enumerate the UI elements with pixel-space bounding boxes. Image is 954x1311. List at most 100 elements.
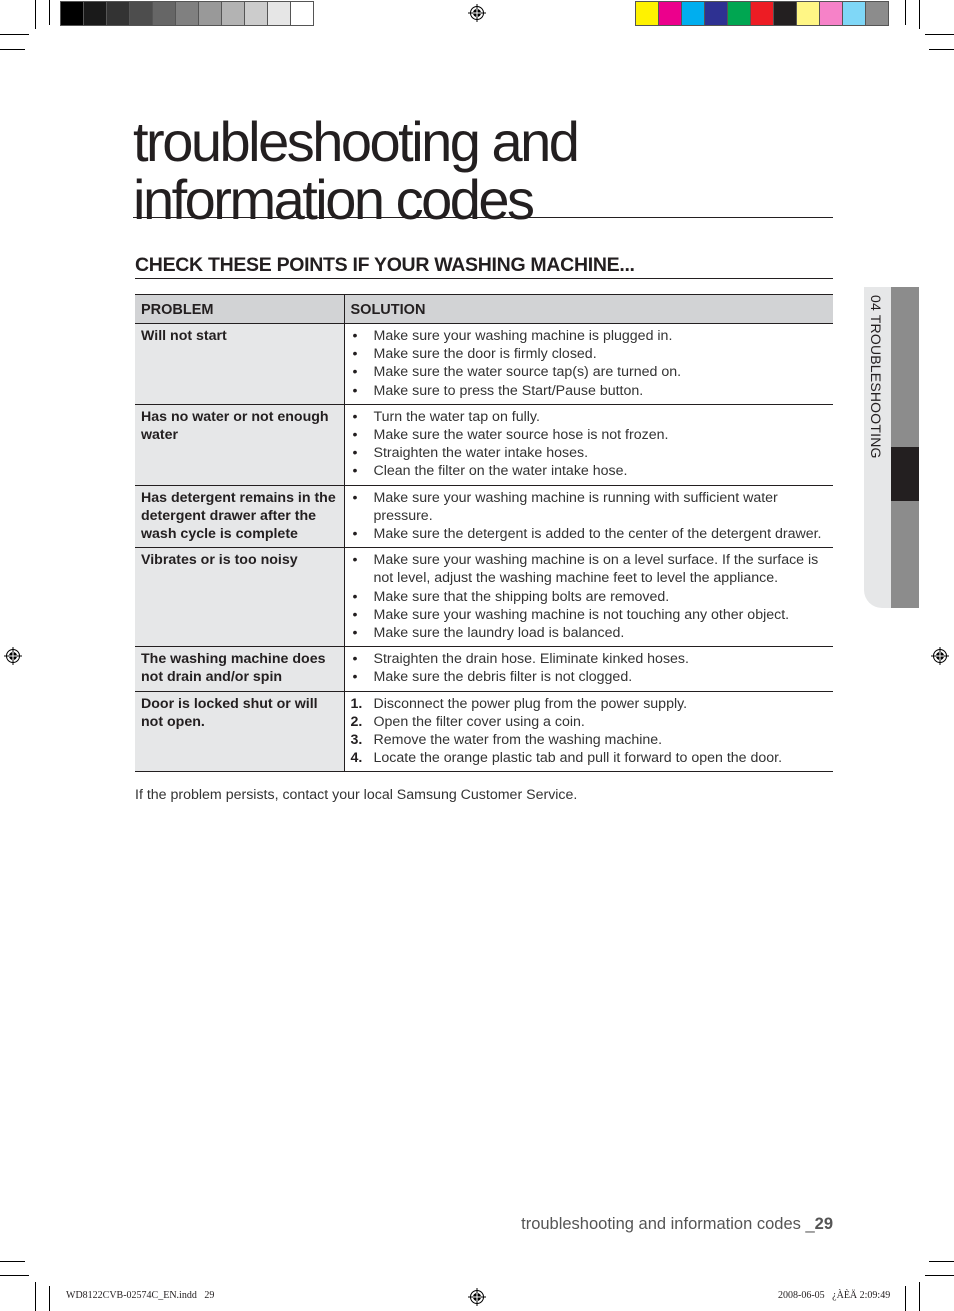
crop-mark <box>0 49 25 50</box>
gray-swatch <box>222 2 244 25</box>
solution-item: Make sure the water source hose is not f… <box>351 426 828 444</box>
chapter-tab-label: 04 TROUBLESHOOTING <box>868 295 884 459</box>
solution-text: Make sure your washing machine is runnin… <box>373 489 778 524</box>
solution-item: Make sure the door is firmly closed. <box>351 345 828 363</box>
table-row: Vibrates or is too noisy Make sure your w… <box>135 547 833 647</box>
solution-item: Make sure the water source tap(s) are tu… <box>351 363 828 381</box>
bullet-solution-list: Make sure your washing machine is runnin… <box>351 489 828 544</box>
solution-item: Make sure your washing machine is not to… <box>351 606 828 624</box>
crop-mark <box>905 0 906 25</box>
solution-item: Make sure that the shipping bolts are re… <box>351 588 828 606</box>
page-title-line-1: troubleshooting and <box>133 110 580 173</box>
troubleshooting-table: PROBLEM SOLUTION Will not start Make sure… <box>135 294 833 772</box>
color-swatch <box>820 2 842 25</box>
chapter-tab-marker <box>891 447 919 501</box>
page-footer: troubleshooting and information codes _2… <box>521 1215 833 1234</box>
gray-swatch <box>61 2 83 25</box>
gray-calibration-bar <box>60 1 314 26</box>
solution-text: Make sure the laundry load is balanced. <box>373 625 625 642</box>
numbered-solution-list: 1. Disconnect the power plug from the pow… <box>351 695 828 768</box>
registration-mark-icon <box>468 4 486 22</box>
step-number: 2. <box>350 713 363 730</box>
crop-mark <box>35 1282 36 1311</box>
solution-item: Make sure your washing machine is plugge… <box>351 327 828 345</box>
problem-cell: Vibrates or is too noisy <box>135 547 345 647</box>
crop-mark <box>0 1275 29 1276</box>
table-row: Has no water or not enough waterTurn the… <box>135 404 833 486</box>
solution-cell: Turn the water tap on fully. Make sure th… <box>344 404 833 485</box>
color-swatch <box>682 2 704 25</box>
solution-item: Make sure the laundry load is balanced. <box>351 624 828 642</box>
color-swatch <box>797 2 819 25</box>
crop-mark <box>919 0 920 29</box>
solution-item: Make sure the debris filter is not clogg… <box>351 668 828 686</box>
solution-text: Straighten the water intake hoses. <box>373 445 589 462</box>
registration-mark-icon <box>468 1288 486 1306</box>
slug-timestamp: 2008-06-05 ¿ÀÈÄ 2:09:49 <box>778 1290 891 1301</box>
column-header-problem: PROBLEM <box>135 294 345 324</box>
solution-item: Straighten the water intake hoses. <box>351 444 828 462</box>
crop-mark <box>929 1261 954 1262</box>
gray-swatch <box>199 2 221 25</box>
solution-text: Locate the orange plastic tab and pull i… <box>373 750 783 767</box>
page-title: troubleshooting and information codes <box>133 113 833 229</box>
color-swatch <box>636 2 658 25</box>
color-swatch <box>774 2 796 25</box>
problem-cell: Door is locked shut or will not open. <box>135 691 345 772</box>
solution-text: Remove the water from the washing machin… <box>373 732 663 749</box>
solution-cell: Make sure your washing machine is plugge… <box>344 324 833 405</box>
gray-swatch <box>107 2 129 25</box>
solution-text: Make sure the water source hose is not f… <box>373 427 669 444</box>
table-header-row: PROBLEM SOLUTION <box>135 294 833 324</box>
footnote: If the problem persists, contact your lo… <box>135 787 578 803</box>
color-swatch <box>728 2 750 25</box>
crop-mark <box>925 34 954 35</box>
solution-text: Make sure the door is firmly closed. <box>373 346 597 363</box>
bullet-solution-list: Make sure your washing machine is plugge… <box>351 327 828 400</box>
color-swatch <box>659 2 681 25</box>
solution-item: 1. Disconnect the power plug from the pow… <box>351 695 828 713</box>
solution-text: Make sure the water source tap(s) are tu… <box>373 364 682 381</box>
crop-mark <box>905 1286 906 1311</box>
crop-mark <box>0 1261 25 1262</box>
color-swatch <box>866 2 888 25</box>
bullet-solution-list: Straighten the drain hose. Eliminate kin… <box>351 650 828 687</box>
chapter-tab: 04 TROUBLESHOOTING <box>864 287 920 608</box>
problem-cell: Has no water or not enough water <box>135 404 345 486</box>
color-swatch <box>843 2 865 25</box>
solution-item: Make sure your washing machine is runnin… <box>351 489 828 525</box>
solution-text: Make sure the debris filter is not clogg… <box>373 669 633 686</box>
problem-cell: Will not start <box>135 323 345 405</box>
solution-cell: Straighten the drain hose. Eliminate kin… <box>344 647 833 691</box>
solution-item: Make sure the detergent is added to the … <box>351 525 828 543</box>
section-heading: CHECK THESE POINTS IF YOUR WASHING MACHI… <box>135 254 635 276</box>
page-number: 29 <box>814 1215 833 1233</box>
problem-cell: Has detergent remains in the detergent d… <box>135 485 345 548</box>
gray-swatch <box>84 2 106 25</box>
gray-swatch <box>245 2 267 25</box>
solution-item: 2. Open the filter cover using a coin. <box>351 713 828 731</box>
solution-text: Open the filter cover using a coin. <box>373 713 585 730</box>
solution-item: Turn the water tap on fully. <box>351 408 828 426</box>
solution-item: Clean the filter on the water intake hos… <box>351 462 828 480</box>
solution-item: Make sure your washing machine is on a l… <box>351 551 828 587</box>
solution-item: 4. Locate the orange plastic tab and pull… <box>351 749 828 767</box>
table-row: Will not start Make sure your washing mac… <box>135 323 833 405</box>
page-title-line-2: information codes <box>133 168 535 231</box>
gray-swatch <box>153 2 175 25</box>
solution-text: Straighten the drain hose. Eliminate kin… <box>373 651 689 668</box>
color-swatch <box>751 2 773 25</box>
slug-file-info: WD8122CVB-02574C_EN.indd 29 <box>66 1290 215 1301</box>
registration-mark-icon <box>4 647 22 665</box>
gray-swatch <box>268 2 290 25</box>
footer-text: troubleshooting and information codes _ <box>521 1215 815 1233</box>
gray-swatch <box>130 2 152 25</box>
crop-mark <box>35 0 36 29</box>
crop-mark <box>0 34 29 35</box>
table-row: The washing machine does not drain and/o… <box>135 646 833 692</box>
solution-item: Straighten the drain hose. Eliminate kin… <box>351 650 828 668</box>
gray-swatch <box>176 2 198 25</box>
gray-swatch <box>291 2 313 25</box>
bullet-solution-list: Make sure your washing machine is on a l… <box>351 551 828 642</box>
table-body: Will not start Make sure your washing mac… <box>135 323 833 772</box>
